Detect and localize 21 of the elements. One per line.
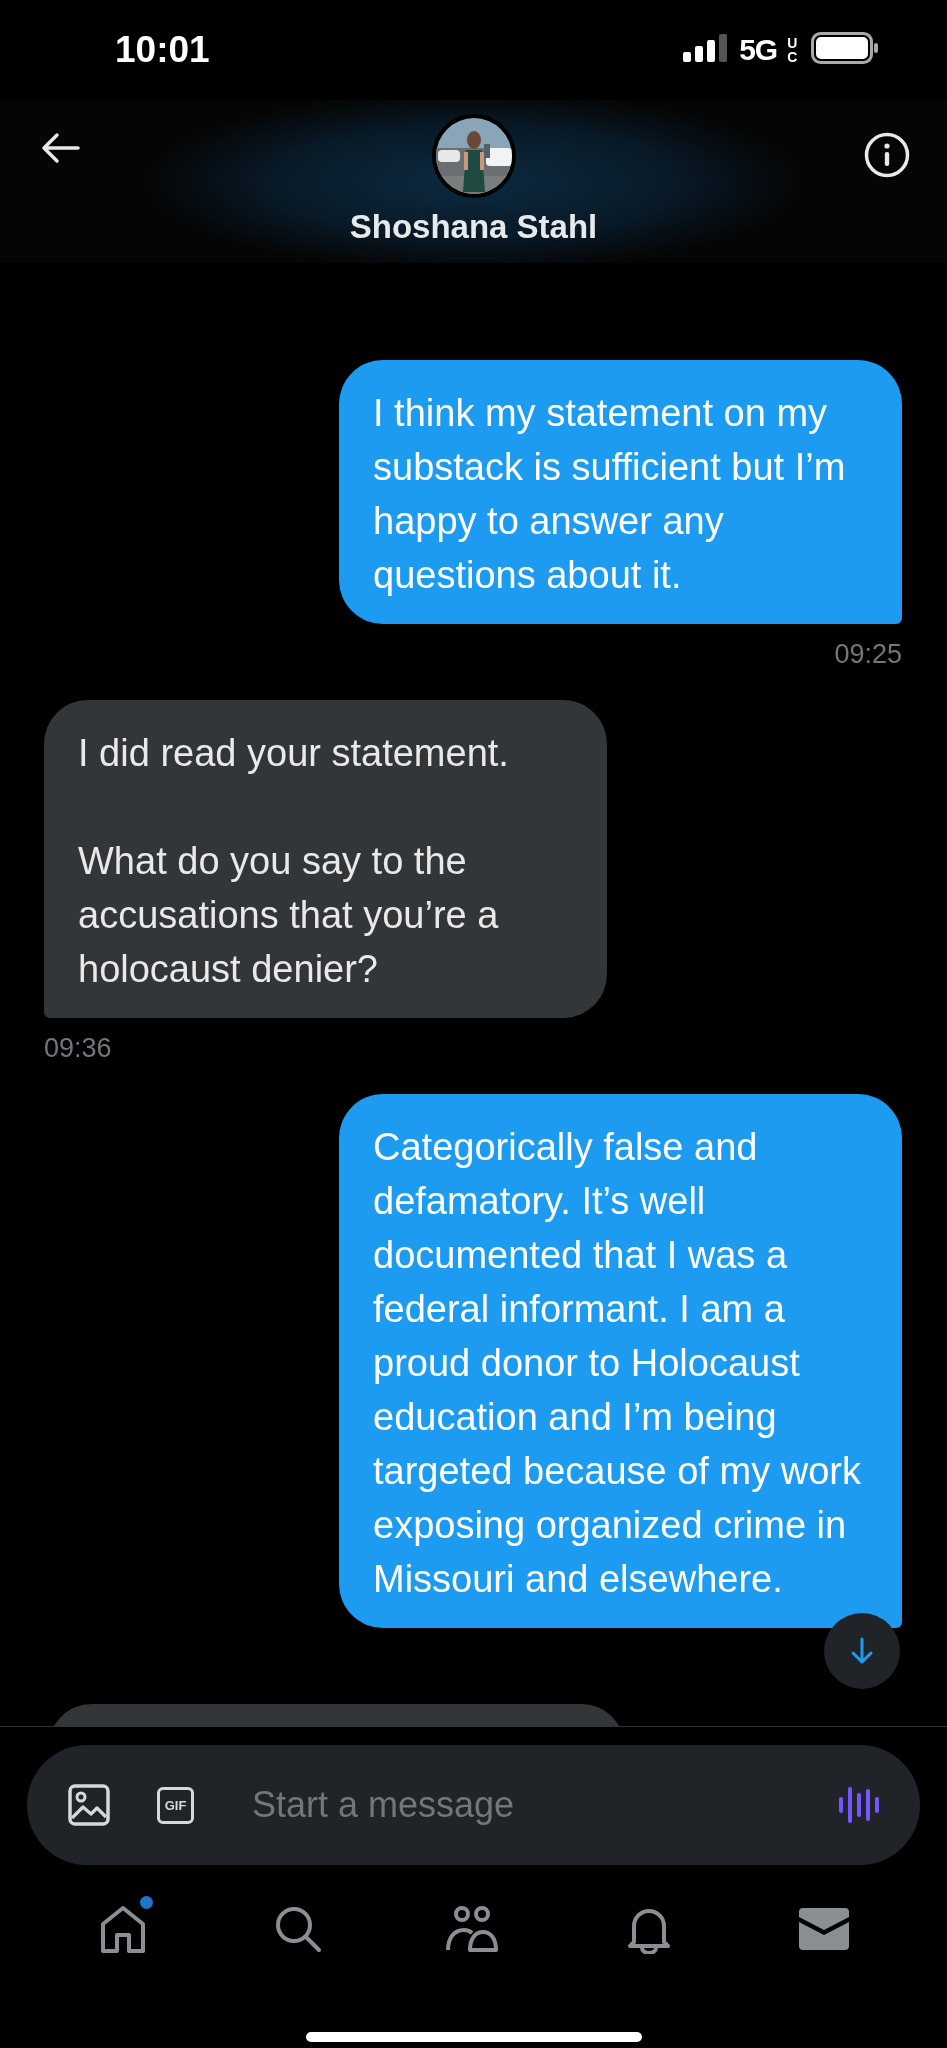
down-arrow-icon [850,1637,874,1665]
image-icon[interactable] [68,1784,110,1826]
info-icon[interactable] [864,132,910,178]
clock-time: 10:01 [115,29,211,71]
message-time: 09:25 [834,638,902,671]
battery-icon [811,32,879,64]
back-arrow-icon[interactable] [40,132,80,164]
envelope-icon[interactable] [799,1908,850,1950]
search-icon[interactable] [273,1904,324,1954]
voice-icon[interactable] [838,1785,880,1825]
network-label: 5G [739,33,778,67]
received-message-bubble: I did read your statement. What do you say to the accusations that you’re a holocaust denier? [44,700,607,1018]
signal-icon [683,34,730,62]
network-suffix: UC [787,36,795,64]
gif-button[interactable]: GIF [157,1786,194,1824]
sent-message-bubble: Categorically false and defamatory. It’s well documented that I was a federal informant. I am a proud donor to Holocaust education and I’m being targeted because of my work exposing organized crime in Missouri and elsewhere. [339,1094,902,1628]
message-time: 09:36 [44,1032,112,1065]
contact-name: Shoshana Stahl [349,208,598,246]
people-icon[interactable] [446,1904,501,1954]
sent-message-bubble: I think my statement on my substack is sufficient but I’m happy to answer any questions about it. [339,360,902,624]
message-input[interactable]: Start a message [252,1784,838,1826]
